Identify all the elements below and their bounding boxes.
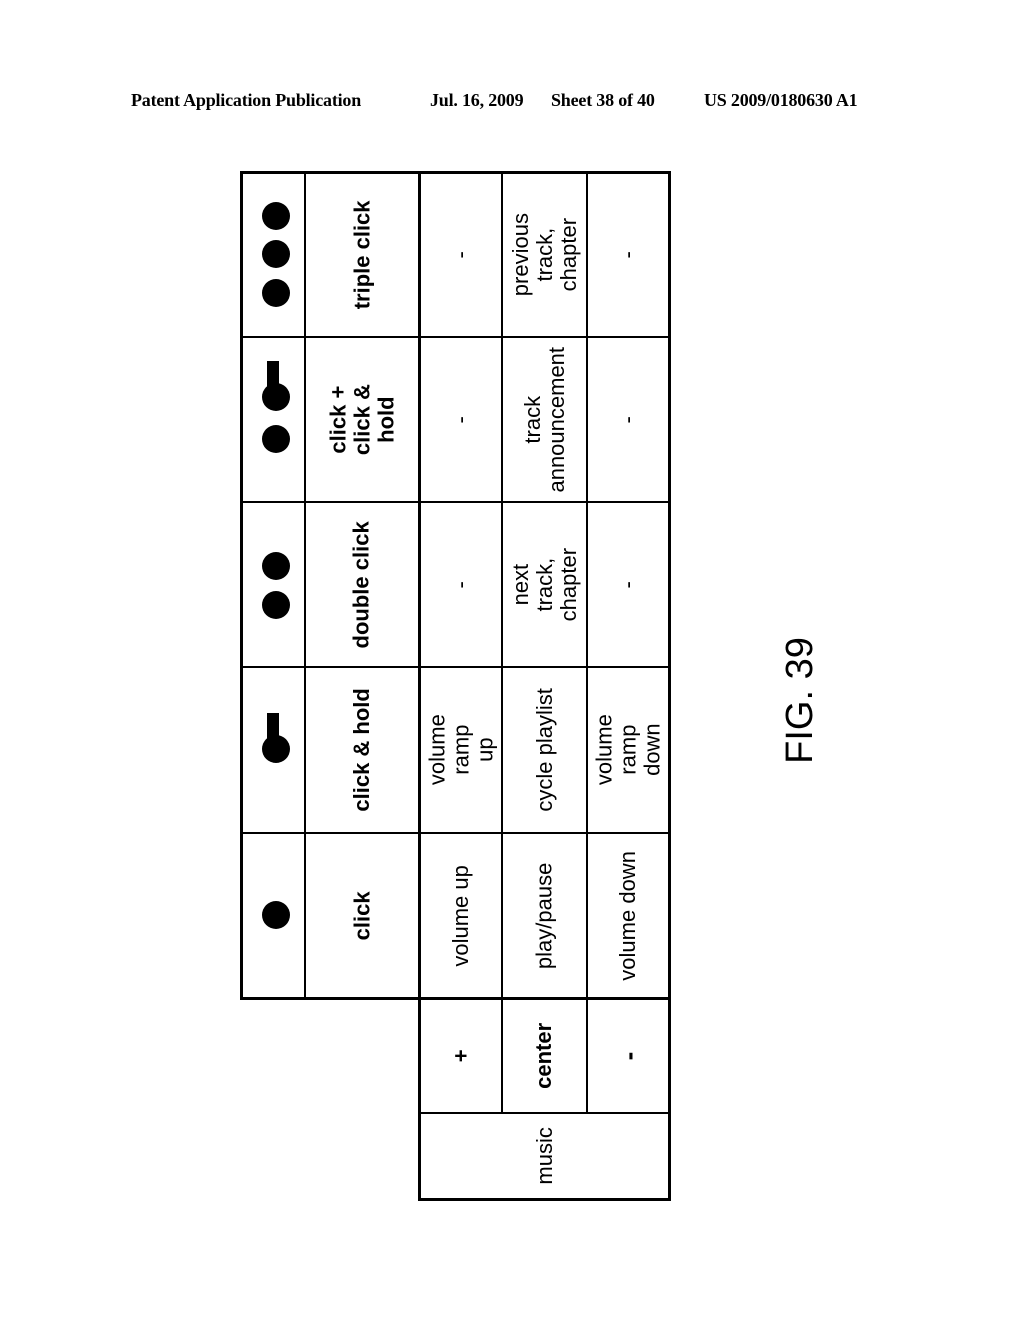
- publication-date: Jul. 16, 2009: [430, 90, 524, 110]
- gesture-click: click: [349, 891, 375, 940]
- table-border: [240, 171, 243, 1000]
- action-minus-click: volume down: [615, 850, 641, 981]
- action-minus-click-plus-hold: -: [615, 415, 641, 424]
- button-label-plus: +: [448, 1049, 474, 1063]
- action-center-click: play/pause: [531, 862, 557, 969]
- action-plus-double-click: -: [448, 580, 474, 589]
- action-plus-click-hold: volume ramp up: [424, 714, 497, 786]
- action-center-click-plus-hold: track announcement: [519, 346, 569, 493]
- action-center-click-hold: cycle playlist: [531, 688, 557, 812]
- action-minus-double-click: -: [615, 580, 641, 589]
- patent-number: US 2009/0180630 A1: [704, 90, 858, 110]
- gesture-double-click: double click: [349, 520, 375, 649]
- action-center-triple-click: previous track, chapter: [507, 213, 581, 297]
- publication-label: Patent Application Publication: [131, 90, 362, 110]
- action-plus-click-plus-hold: -: [448, 415, 474, 424]
- gesture-triple-click: triple click: [349, 200, 375, 310]
- table-border: [668, 171, 671, 1201]
- table-border: [418, 1198, 671, 1201]
- mode-label: music: [531, 1127, 557, 1185]
- action-plus-click: volume up: [448, 864, 474, 967]
- action-minus-click-hold: volume ramp down: [591, 714, 664, 786]
- action-minus-triple-click: -: [615, 251, 641, 259]
- gesture-click-hold: click & hold: [349, 688, 375, 812]
- action-plus-triple-click: -: [448, 251, 474, 259]
- action-center-double-click: next track, chapter: [507, 547, 581, 622]
- sheet-number: Sheet 38 of 40: [551, 90, 655, 110]
- figure-caption-wrap: FIG. 39: [700, 637, 900, 764]
- button-label-minus: -: [612, 1051, 643, 1061]
- gesture-click-plus-hold: click + click & hold: [325, 384, 398, 455]
- button-label-center: center: [531, 1022, 557, 1090]
- figure-caption: FIG. 39: [778, 636, 821, 764]
